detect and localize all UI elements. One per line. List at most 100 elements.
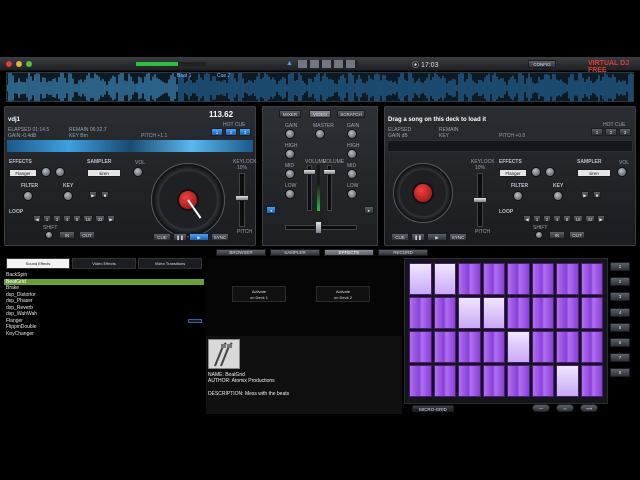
subtab-video-effects[interactable]: Video Effects — [72, 258, 136, 269]
mixer-master-knob[interactable] — [315, 129, 325, 139]
subtab-video-transitions[interactable]: Video Transitions — [138, 258, 202, 269]
mixer-high-left-knob[interactable] — [285, 149, 295, 159]
deck-left-filter-knob[interactable] — [23, 191, 33, 201]
list-item[interactable]: KeyChanger — [4, 331, 204, 338]
beatgrid-pad[interactable] — [580, 263, 603, 295]
beatgrid-pad[interactable] — [482, 297, 505, 329]
deck-left-stop-sample-button[interactable]: ■ — [101, 191, 109, 198]
deck-right-jogwheel[interactable] — [393, 163, 453, 223]
deck-left-pause-button[interactable]: ❚❚ — [173, 233, 187, 241]
deck-left-loop-8[interactable]: 8 — [73, 215, 81, 222]
grid-row-button-4[interactable]: 4 — [610, 307, 630, 317]
deck-left-hotcue-1[interactable]: 1 — [211, 128, 223, 136]
deck-right-loop-2[interactable]: 2 — [543, 215, 551, 222]
grid-row-button-3[interactable]: 3 — [610, 292, 630, 302]
mixer-mid-right-knob[interactable] — [347, 169, 357, 179]
deck-left-waveform[interactable] — [7, 140, 253, 152]
deck-right-hotcue-2[interactable]: 2 — [605, 128, 617, 136]
deck-right-sampler-vol-knob[interactable] — [617, 167, 627, 177]
deck-left-loop-4[interactable]: 4 — [63, 215, 71, 222]
beatgrid-pad[interactable] — [482, 331, 505, 363]
beatgrid-pad[interactable] — [433, 263, 456, 295]
deck-right-hotcue-1[interactable]: 1 — [591, 128, 603, 136]
deck-right-filter-knob[interactable] — [513, 191, 523, 201]
layout-buttons[interactable] — [298, 60, 358, 68]
deck-right-pause-button[interactable]: ❚❚ — [411, 233, 425, 241]
mixer-volume-right-handle[interactable] — [323, 169, 336, 175]
deck-left-hotcue-2[interactable]: 2 — [225, 128, 237, 136]
deck-left-key-knob[interactable] — [63, 191, 73, 201]
deck-right-sync-button[interactable]: SYNC — [449, 233, 467, 241]
beatgrid-pad[interactable] — [458, 297, 481, 329]
beatgrid-pad[interactable] — [482, 263, 505, 295]
deck-right-hotcue-3[interactable]: 3 — [619, 128, 631, 136]
grid-row-button-6[interactable]: 6 — [610, 337, 630, 347]
tab-video[interactable]: VIDEO — [309, 110, 331, 118]
beatgrid-pad[interactable] — [482, 365, 505, 397]
beatgrid-pad[interactable] — [580, 297, 603, 329]
grid-row-button-2[interactable]: 2 — [610, 277, 630, 287]
deck-left-loop-next[interactable]: ▶ — [107, 215, 115, 222]
beatgrid-pad-grid[interactable] — [404, 258, 608, 404]
mixer-gain-right-knob[interactable] — [347, 129, 357, 139]
beatgrid-pad[interactable] — [531, 263, 554, 295]
mixer-low-left-knob[interactable] — [285, 189, 295, 199]
beatgrid-pad[interactable] — [531, 331, 554, 363]
beatgrid-pad[interactable] — [531, 365, 554, 397]
close-dot-icon[interactable] — [6, 61, 12, 67]
mixer-left-headphone-button[interactable]: ◂ — [266, 206, 276, 214]
crossfader-handle[interactable] — [315, 221, 322, 234]
beatgrid-pad[interactable] — [556, 263, 579, 295]
deck-right-shift-knob[interactable] — [535, 231, 543, 239]
config-button[interactable]: CONFIG — [528, 60, 556, 68]
deck-right-effect-knob-1[interactable] — [531, 167, 541, 177]
tab-scratch[interactable]: SCRATCH — [337, 110, 365, 118]
tab-record[interactable]: RECORD — [378, 249, 428, 256]
list-toggle-icon[interactable] — [188, 319, 202, 323]
deck-left-pitch-handle[interactable] — [235, 195, 249, 201]
beatgrid-pad[interactable] — [507, 297, 530, 329]
mixer-mid-left-knob[interactable] — [285, 169, 295, 179]
deck-left-sampler-vol-knob[interactable] — [133, 167, 143, 177]
deck-right-loop-prev[interactable]: ◀ — [523, 215, 531, 222]
beatgrid-pad[interactable] — [507, 263, 530, 295]
deck-right-pitch-handle[interactable] — [473, 197, 487, 203]
grid-next-button[interactable]: ⟹ — [580, 404, 598, 412]
deck-left-effect-select[interactable]: Flanger — [9, 169, 37, 177]
tab-mixer[interactable]: MIXER — [279, 110, 301, 118]
subtab-sound-effects[interactable]: Sound Effects — [6, 258, 70, 269]
deck-left-loop-in[interactable]: IN — [59, 231, 75, 239]
grid-mid-button[interactable]: ═ — [556, 404, 574, 412]
deck-right-sampler-select[interactable]: siren — [577, 169, 611, 177]
minimize-dot-icon[interactable] — [16, 61, 22, 67]
deck-left-loop-prev[interactable]: ◀ — [33, 215, 41, 222]
deck-right-key-knob[interactable] — [553, 191, 563, 201]
beatgrid-pad[interactable] — [433, 331, 456, 363]
deck-left-cue-button[interactable]: CUE — [153, 233, 171, 241]
beatgrid-pad[interactable] — [458, 263, 481, 295]
deck-left-sync-button[interactable]: SYNC — [211, 233, 229, 241]
deck-left-sampler-select[interactable]: siren — [87, 169, 121, 177]
beatgrid-pad[interactable] — [433, 297, 456, 329]
deck-left-loop-16[interactable]: 16 — [83, 215, 93, 222]
deck-left-loop-out[interactable]: OUT — [79, 231, 95, 239]
activate-deck2-button[interactable]: Activate on Deck 2 — [316, 286, 370, 302]
deck-right-play-button[interactable]: ▶ — [427, 233, 447, 241]
deck-right-effect-select[interactable]: Flanger — [499, 169, 527, 177]
beatgrid-pad[interactable] — [458, 365, 481, 397]
tab-sampler[interactable]: SAMPLER — [270, 249, 320, 256]
beatgrid-pad[interactable] — [433, 365, 456, 397]
deck-left-hotcue-3[interactable]: 3 — [239, 128, 251, 136]
mixer-high-right-knob[interactable] — [347, 149, 357, 159]
beatgrid-pad[interactable] — [580, 331, 603, 363]
deck-right-loop-32[interactable]: 32 — [585, 215, 595, 222]
beatgrid-pad[interactable] — [556, 331, 579, 363]
tab-effects[interactable]: EFFECTS — [324, 249, 374, 256]
deck-right-cue-button[interactable]: CUE — [391, 233, 409, 241]
mixer-right-headphone-button[interactable]: ▸ — [364, 206, 374, 214]
mixer-low-right-knob[interactable] — [347, 189, 357, 199]
grid-row-button-5[interactable]: 5 — [610, 322, 630, 332]
maximize-dot-icon[interactable] — [26, 61, 32, 67]
activate-deck1-button[interactable]: Activate on Deck 1 — [232, 286, 286, 302]
deck-right-loop-4[interactable]: 4 — [553, 215, 561, 222]
